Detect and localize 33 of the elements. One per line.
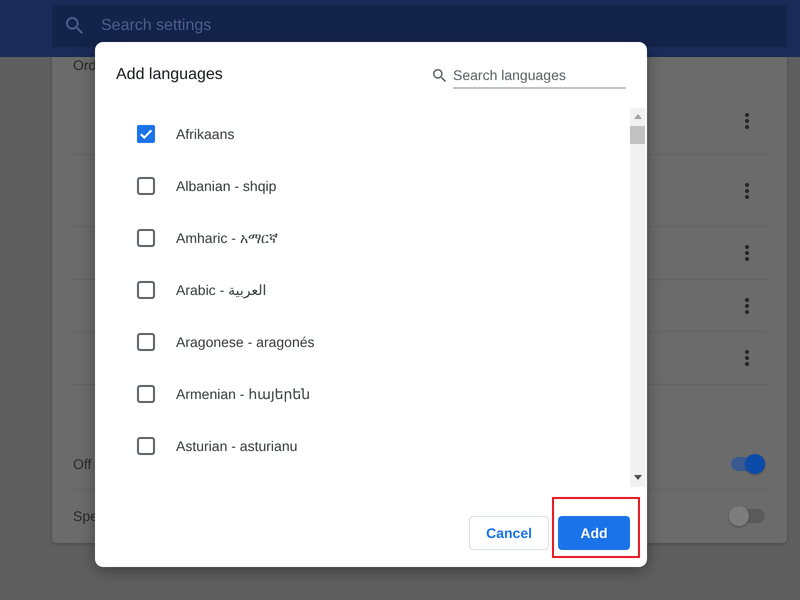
scrollbar[interactable] — [630, 108, 645, 487]
language-label[interactable]: Afrikaans — [176, 126, 234, 142]
more-icon[interactable] — [745, 245, 749, 261]
search-icon — [66, 17, 83, 34]
add-button[interactable]: Add — [558, 516, 630, 550]
toggle-switch[interactable] — [729, 454, 765, 474]
search-field[interactable]: Search settings — [52, 5, 787, 47]
more-icon[interactable] — [745, 182, 749, 198]
scroll-up-icon[interactable] — [634, 114, 642, 119]
language-label[interactable]: Arabic - العربية — [176, 282, 266, 298]
checkbox[interactable] — [137, 125, 155, 143]
checkbox[interactable] — [137, 437, 155, 455]
scrollbar-thumb[interactable] — [630, 126, 645, 144]
checkbox[interactable] — [137, 385, 155, 403]
more-icon[interactable] — [745, 298, 749, 314]
checkbox[interactable] — [137, 177, 155, 195]
more-icon[interactable] — [745, 350, 749, 366]
language-label[interactable]: Amharic - አማርኛ — [176, 230, 278, 246]
more-icon[interactable] — [745, 112, 749, 128]
checkbox[interactable] — [137, 281, 155, 299]
toggle-switch[interactable] — [729, 506, 765, 526]
cancel-button[interactable]: Cancel — [469, 516, 549, 550]
dialog-title: Add languages — [116, 66, 223, 84]
checkbox[interactable] — [137, 333, 155, 351]
language-label[interactable]: Albanian - shqip — [176, 178, 276, 194]
scroll-down-icon[interactable] — [634, 475, 642, 480]
search-field[interactable]: Search languages — [453, 63, 626, 89]
language-label[interactable]: Asturian - asturianu — [176, 438, 298, 454]
setting-label: Off — [73, 456, 92, 472]
language-label[interactable]: Armenian - հայերեն — [176, 386, 310, 402]
search-icon — [433, 68, 446, 82]
checkbox[interactable] — [137, 229, 155, 247]
language-label[interactable]: Aragonese - aragonés — [176, 334, 315, 350]
